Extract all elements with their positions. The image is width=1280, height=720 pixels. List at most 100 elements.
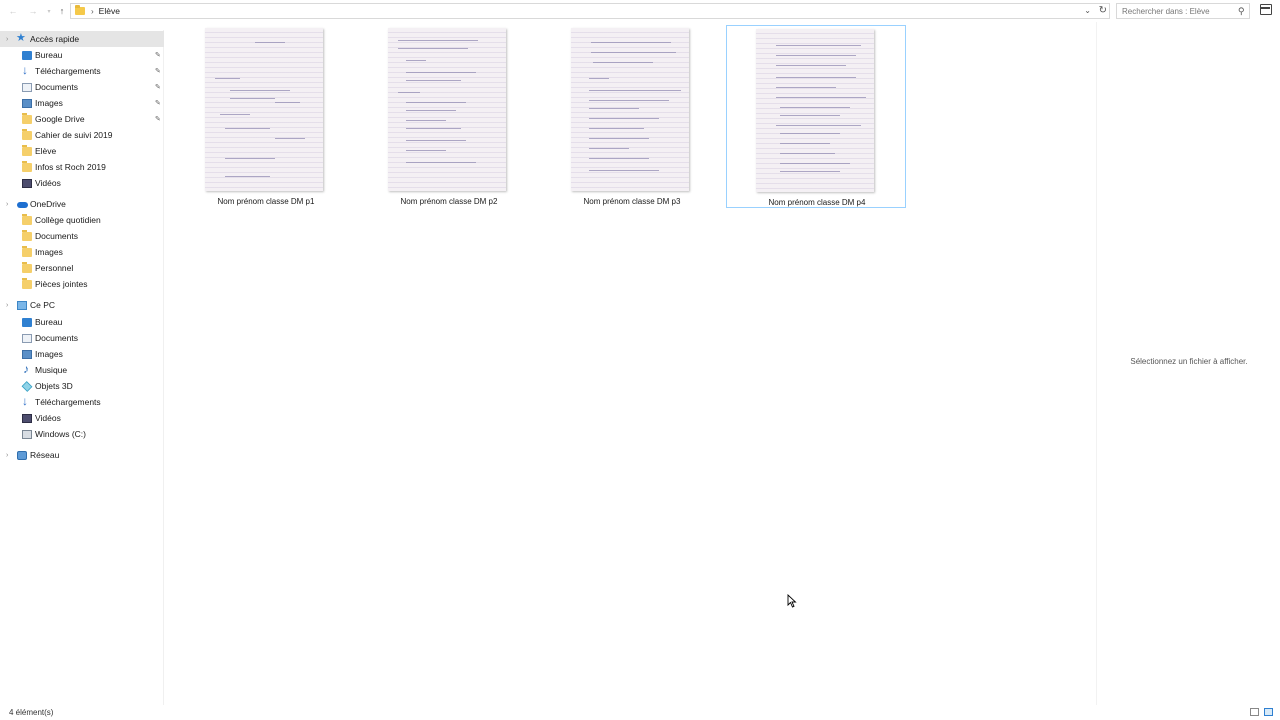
download-icon [22,394,32,408]
nav-item-label: Objets 3D [35,381,73,391]
pin-icon[interactable]: ✎ [155,51,161,59]
nav-item-this-pc[interactable]: Images [0,346,164,362]
back-arrow-icon[interactable]: ← [6,4,20,18]
refresh-icon[interactable]: ↻ [1099,5,1107,16]
handwriting-stroke [406,150,446,151]
nav-item-quick-access[interactable]: Google Drive ✎ [0,111,164,127]
file-name: Nom prénom classe DM p4 [768,198,866,207]
nav-item-quick-access[interactable]: Vidéos [0,175,164,191]
nav-item-this-pc[interactable]: Vidéos [0,410,164,426]
nav-this-pc[interactable]: › Ce PC [0,297,164,313]
search-box[interactable]: ⚲ [1116,3,1250,19]
documents-icon [22,82,32,92]
nav-item-label: Bureau [35,317,63,327]
nav-item-quick-access[interactable]: Documents ✎ [0,79,164,95]
handwriting-stroke [220,114,250,115]
ruled-paper-lines [756,29,874,192]
documents-icon [22,333,32,343]
forward-arrow-icon[interactable]: → [26,4,40,18]
item-count: 4 élément(s) [9,708,54,717]
search-icon[interactable]: ⚲ [1238,6,1245,17]
music-icon [22,362,32,376]
handwriting-stroke [589,78,609,79]
large-icons-view-icon[interactable] [1264,708,1273,716]
file-item[interactable]: Nom prénom classe DM p3 [542,25,722,208]
pin-icon[interactable]: ✎ [155,83,161,91]
handwriting-stroke [776,77,856,78]
handwriting-stroke [398,48,468,49]
address-dropdown-icon[interactable]: ⌄ [1084,6,1091,15]
details-view-icon[interactable] [1250,708,1259,716]
nav-item-this-pc[interactable]: Musique [0,362,164,378]
breadcrumb-item[interactable]: Elève [99,6,120,16]
handwriting-stroke [230,98,275,99]
nav-item-this-pc[interactable]: Objets 3D [0,378,164,394]
handwriting-stroke [776,125,861,126]
nav-item-label: Ce PC [30,300,56,310]
handwriting-stroke [398,40,478,41]
handwriting-stroke [255,42,285,43]
pin-icon[interactable]: ✎ [155,99,161,107]
nav-network[interactable]: › Réseau [0,447,164,463]
handwriting-stroke [589,158,649,159]
handwriting-stroke [406,140,466,141]
nav-item-label: Elève [35,146,57,156]
handwriting-stroke [398,92,420,93]
handwriting-stroke [589,128,644,129]
nav-quick-access[interactable]: › Accès rapide [0,31,164,47]
nav-item-onedrive[interactable]: Personnel [0,260,164,276]
nav-item-this-pc[interactable]: Bureau [0,314,164,330]
nav-item-label: Images [35,98,63,108]
handwriting-stroke [593,62,653,63]
nav-item-quick-access[interactable]: Images ✎ [0,95,164,111]
nav-item-this-pc[interactable]: Téléchargements [0,394,164,410]
handwriting-stroke [591,52,676,53]
expand-chevron-icon[interactable]: › [6,36,8,43]
images-icon [22,98,32,108]
file-item[interactable]: Nom prénom classe DM p1 [176,25,356,208]
images-icon [22,349,32,359]
expand-chevron-icon[interactable]: › [6,302,8,309]
computer-icon [17,300,27,310]
nav-item-label: Documents [35,333,78,343]
folder-icon [22,112,32,124]
handwriting-stroke [591,42,671,43]
pin-icon[interactable]: ✎ [155,115,161,123]
recent-locations-chevron-icon[interactable]: ▾ [42,4,56,18]
file-thumbnail [205,28,323,191]
nav-item-onedrive[interactable]: Images [0,244,164,260]
handwriting-stroke [780,133,840,134]
handwriting-stroke [589,148,629,149]
preview-pane-toggle-icon[interactable] [1260,4,1272,15]
up-arrow-icon[interactable]: ↑ [55,4,69,18]
file-item[interactable]: Nom prénom classe DM p4 [726,25,906,208]
nav-onedrive[interactable]: › OneDrive [0,196,164,212]
handwriting-stroke [780,143,830,144]
expand-chevron-icon[interactable]: › [6,452,8,459]
nav-item-this-pc[interactable]: Documents [0,330,164,346]
network-icon [17,450,27,460]
handwriting-stroke [589,118,659,119]
file-name: Nom prénom classe DM p2 [400,197,498,206]
search-input[interactable] [1122,6,1232,16]
nav-item-this-pc[interactable]: Windows (C:) [0,426,164,442]
status-bar: 4 élément(s) [0,705,1280,720]
nav-item-quick-access[interactable]: Téléchargements ✎ [0,63,164,79]
nav-item-label: Bureau [35,50,63,60]
nav-item-onedrive[interactable]: Collège quotidien [0,212,164,228]
file-item[interactable]: Nom prénom classe DM p2 [359,25,539,208]
nav-item-quick-access[interactable]: Bureau ✎ [0,47,164,63]
expand-chevron-icon[interactable]: › [6,201,8,208]
nav-item-quick-access[interactable]: Elève [0,143,164,159]
folder-icon [22,144,32,156]
pin-icon[interactable]: ✎ [155,67,161,75]
handwriting-stroke [406,128,461,129]
nav-item-onedrive[interactable]: Documents [0,228,164,244]
nav-item-onedrive[interactable]: Pièces jointes [0,276,164,292]
breadcrumb-chevron-icon[interactable]: › [91,7,94,16]
address-box[interactable]: › Elève ⌄ ↻ [70,3,1110,19]
nav-item-quick-access[interactable]: Infos st Roch 2019 [0,159,164,175]
nav-item-quick-access[interactable]: Cahier de suivi 2019 [0,127,164,143]
folder-icon [22,261,32,273]
desktop-icon [22,50,32,60]
